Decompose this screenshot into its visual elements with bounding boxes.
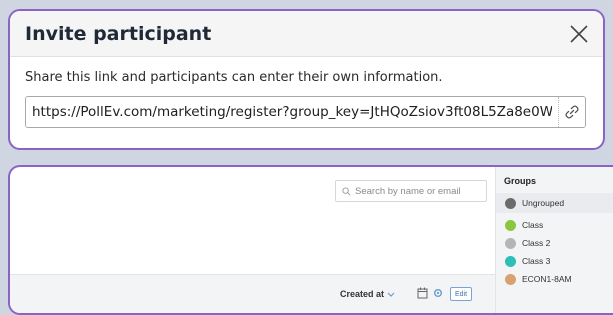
group-label: ECON1-8AM bbox=[522, 274, 572, 284]
group-item-econ1-8am[interactable]: ECON1-8AM bbox=[496, 270, 613, 288]
modal-body: Share this link and participants can ent… bbox=[10, 57, 603, 128]
invite-description: Share this link and participants can ent… bbox=[25, 70, 443, 85]
groups-sidebar: Groups Ungrouped Class Class 2 Class 3 E… bbox=[495, 167, 613, 313]
close-button[interactable] bbox=[567, 22, 591, 46]
group-item-class[interactable]: Class bbox=[496, 216, 613, 234]
group-color-dot bbox=[505, 273, 516, 285]
group-label: Class 2 bbox=[522, 238, 551, 248]
edit-button[interactable]: Edit bbox=[450, 287, 472, 301]
search-placeholder: Search by name or email bbox=[355, 185, 461, 197]
group-color-dot bbox=[505, 219, 516, 231]
table-header: Created at Edit bbox=[10, 274, 495, 313]
group-item-ungrouped[interactable]: Ungrouped bbox=[496, 193, 613, 213]
modal-header: Invite participant bbox=[10, 11, 603, 57]
group-label: Class bbox=[522, 220, 544, 230]
group-label: Class 3 bbox=[522, 256, 551, 266]
groups-title: Groups bbox=[504, 176, 537, 186]
group-item-class-2[interactable]: Class 2 bbox=[496, 234, 613, 252]
participants-panel: Search by name or email Created at Edit … bbox=[8, 165, 613, 315]
group-color-dot bbox=[505, 237, 516, 249]
chevron-down-icon bbox=[387, 292, 395, 297]
group-label: Ungrouped bbox=[522, 198, 565, 208]
invite-link-input[interactable] bbox=[26, 97, 558, 127]
close-icon bbox=[570, 24, 588, 43]
invite-participant-modal: Invite participant Share this link and p… bbox=[8, 9, 605, 150]
group-color-dot bbox=[505, 255, 516, 267]
created-at-label: Created at bbox=[340, 289, 385, 299]
calendar-icon[interactable] bbox=[417, 287, 428, 299]
invite-link-field bbox=[25, 96, 586, 128]
link-icon bbox=[565, 105, 579, 119]
copy-link-button[interactable] bbox=[558, 97, 585, 127]
modal-title: Invite participant bbox=[25, 22, 212, 45]
search-icon bbox=[342, 186, 351, 195]
search-input[interactable]: Search by name or email bbox=[335, 180, 487, 202]
group-item-class-3[interactable]: Class 3 bbox=[496, 252, 613, 270]
gear-icon[interactable] bbox=[433, 288, 443, 298]
group-color-dot bbox=[505, 197, 516, 209]
created-at-column-header[interactable]: Created at bbox=[340, 289, 395, 299]
